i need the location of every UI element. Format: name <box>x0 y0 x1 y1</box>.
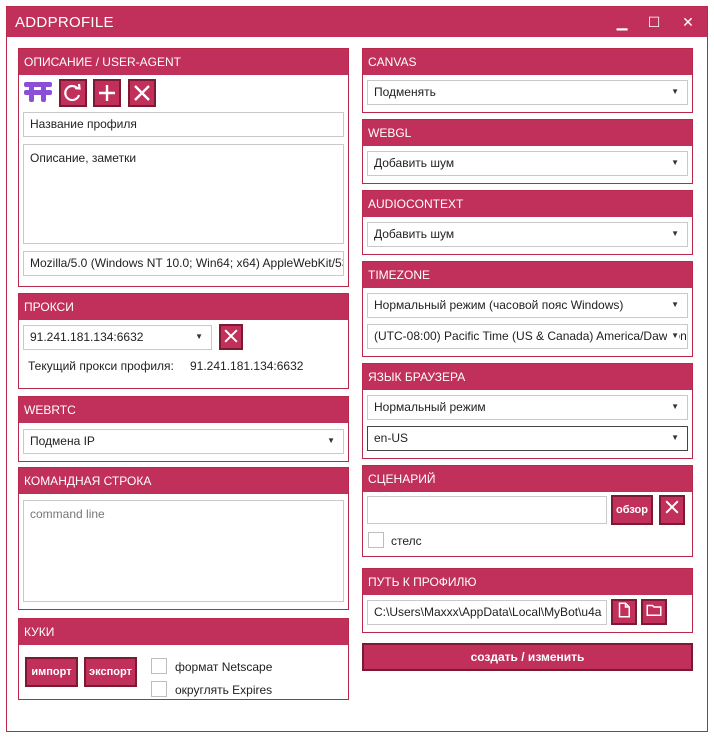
chevron-down-icon: ▼ <box>671 87 679 96</box>
clear-button[interactable] <box>128 79 156 107</box>
proxy-select-value: 91.241.181.134:6632 <box>30 330 144 344</box>
proxy-select[interactable]: 91.241.181.134:6632 ▼ <box>23 325 212 350</box>
timezone-zone-value: (UTC-08:00) Pacific Time (US & Canada) A… <box>374 329 687 343</box>
cmdline-panel: КОМАНДНАЯ СТРОКА command line <box>18 467 349 610</box>
timezone-mode-value: Нормальный режим (часовой пояс Windows) <box>374 298 624 312</box>
timezone-mode-select[interactable]: Нормальный режим (часовой пояс Windows) … <box>367 293 688 318</box>
webgl-select[interactable]: Добавить шум ▼ <box>367 151 688 176</box>
canvas-select[interactable]: Подменять ▼ <box>367 80 688 105</box>
timezone-panel: TIMEZONE Нормальный режим (часовой пояс … <box>362 261 693 357</box>
add-button[interactable] <box>93 79 121 107</box>
cmdline-input[interactable]: command line <box>23 500 344 602</box>
webrtc-panel: WEBRTC Подмена IP ▼ <box>18 396 349 462</box>
canvas-select-value: Подменять <box>374 85 436 99</box>
stealth-checkbox[interactable] <box>368 532 384 548</box>
refresh-icon <box>64 83 81 102</box>
audiocontext-panel-header: AUDIOCONTEXT <box>363 191 692 217</box>
timezone-panel-header: TIMEZONE <box>363 262 692 288</box>
chevron-down-icon: ▼ <box>671 300 679 309</box>
netscape-label: формат Netscape <box>175 660 273 674</box>
open-file-button[interactable] <box>611 599 637 625</box>
profile-path-panel-header: ПУТЬ К ПРОФИЛЮ <box>363 569 692 595</box>
chevron-down-icon: ▼ <box>327 436 335 445</box>
chevron-down-icon: ▼ <box>195 332 203 341</box>
import-button[interactable]: импорт <box>25 657 78 687</box>
plus-icon <box>99 85 115 101</box>
minimize-icon[interactable]: ▁ <box>605 7 639 37</box>
chevron-down-icon: ▼ <box>671 433 679 442</box>
chevron-down-icon: ▼ <box>671 229 679 238</box>
canvas-panel: CANVAS Подменять ▼ <box>362 48 693 113</box>
scenario-path-input[interactable] <box>367 496 607 524</box>
remove-proxy-button[interactable] <box>219 324 243 350</box>
netscape-checkbox[interactable] <box>151 658 167 674</box>
scenario-panel: СЦЕНАРИЙ обзор стелс <box>362 465 693 557</box>
chevron-down-icon: ▼ <box>671 402 679 411</box>
close-icon <box>665 500 679 514</box>
profile-name-input[interactable]: Название профиля <box>23 112 344 137</box>
audiocontext-select-value: Добавить шум <box>374 227 455 241</box>
proxy-panel-header: ПРОКСИ <box>19 294 348 320</box>
browse-button[interactable]: обзор <box>611 495 653 525</box>
round-expires-label: округлять Expires <box>175 683 273 697</box>
refresh-button[interactable] <box>59 79 87 107</box>
language-panel: ЯЗЫК БРАУЗЕРА Нормальный режим ▼ en-US ▼ <box>362 363 693 459</box>
canvas-panel-header: CANVAS <box>363 49 692 75</box>
stealth-label: стелс <box>391 534 422 548</box>
file-icon <box>618 602 630 618</box>
cookies-panel: КУКИ импорт экспорт формат Netscape окру… <box>18 618 349 700</box>
webrtc-select[interactable]: Подмена IP ▼ <box>23 429 344 454</box>
audiocontext-select[interactable]: Добавить шум ▼ <box>367 222 688 247</box>
timezone-zone-select[interactable]: (UTC-08:00) Pacific Time (US & Canada) A… <box>367 324 688 349</box>
webrtc-select-value: Подмена IP <box>30 434 95 448</box>
open-folder-button[interactable] <box>641 599 667 625</box>
addprofile-window: ADDPROFILE ▁ ☐ ✕ ОПИСАНИЕ / USER-AGENT Н… <box>6 6 708 732</box>
proxy-panel: ПРОКСИ 91.241.181.134:6632 ▼ Текущий про… <box>18 293 349 389</box>
language-value: en-US <box>374 431 409 445</box>
language-panel-header: ЯЗЫК БРАУЗЕРА <box>363 364 692 390</box>
scenario-panel-header: СЦЕНАРИЙ <box>363 466 692 492</box>
profile-panel-header: ОПИСАНИЕ / USER-AGENT <box>19 49 348 75</box>
window-title: ADDPROFILE <box>15 14 114 31</box>
close-icon <box>224 329 238 343</box>
cookies-panel-header: КУКИ <box>19 619 348 645</box>
profile-path-input[interactable]: C:\Users\Maxxx\AppData\Local\MyBot\u4a <box>367 600 607 625</box>
audiocontext-panel: AUDIOCONTEXT Добавить шум ▼ <box>362 190 693 255</box>
webgl-panel: WEBGL Добавить шум ▼ <box>362 119 693 184</box>
webrtc-panel-header: WEBRTC <box>19 397 348 423</box>
clear-scenario-button[interactable] <box>659 495 685 525</box>
language-mode-select[interactable]: Нормальный режим ▼ <box>367 395 688 420</box>
webgl-panel-header: WEBGL <box>363 120 692 146</box>
logo-icon <box>24 82 52 102</box>
create-update-button[interactable]: создать / изменить <box>362 643 693 671</box>
current-proxy-label: Текущий прокси профиля: <box>28 359 174 373</box>
language-select[interactable]: en-US ▼ <box>367 426 688 451</box>
cmdline-panel-header: КОМАНДНАЯ СТРОКА <box>19 468 348 494</box>
round-expires-checkbox[interactable] <box>151 681 167 697</box>
title-bar: ADDPROFILE ▁ ☐ ✕ <box>7 7 707 37</box>
profile-notes-input[interactable]: Описание, заметки <box>23 144 344 244</box>
export-button[interactable]: экспорт <box>84 657 137 687</box>
user-agent-input[interactable]: Mozilla/5.0 (Windows NT 10.0; Win64; x64… <box>23 251 344 276</box>
language-mode-value: Нормальный режим <box>374 400 486 414</box>
maximize-icon[interactable]: ☐ <box>637 7 671 37</box>
profile-panel: ОПИСАНИЕ / USER-AGENT Название профиля О… <box>18 48 349 287</box>
close-icon <box>134 85 150 101</box>
close-window-icon[interactable]: ✕ <box>671 7 705 37</box>
profile-path-panel: ПУТЬ К ПРОФИЛЮ C:\Users\Maxxx\AppData\Lo… <box>362 568 693 633</box>
chevron-down-icon: ▼ <box>667 325 679 347</box>
current-proxy-value: 91.241.181.134:6632 <box>190 359 304 373</box>
folder-icon <box>646 604 662 616</box>
chevron-down-icon: ▼ <box>671 158 679 167</box>
cmdline-placeholder: command line <box>30 507 105 521</box>
webgl-select-value: Добавить шум <box>374 156 455 170</box>
